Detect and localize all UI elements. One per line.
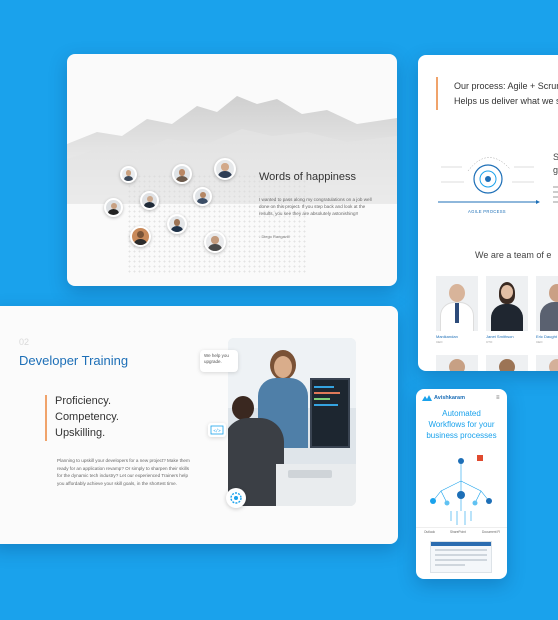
team-member-name: Janet Smithson — [486, 334, 514, 339]
tab-outlook[interactable]: Outlook — [424, 530, 435, 534]
team-member-photo — [536, 355, 558, 371]
side-heading-line: g — [553, 165, 558, 175]
tab-document-flow[interactable]: Document Fl — [482, 530, 500, 534]
avatar — [204, 231, 226, 253]
menu-icon[interactable]: ≡ — [496, 395, 500, 401]
gear-icon — [226, 488, 246, 508]
training-title: Developer Training — [19, 353, 129, 368]
training-description: Planning to upskill your developers for … — [57, 458, 190, 486]
team-member-photo — [536, 276, 558, 331]
testimonial-author: - Diego Rangavill — [259, 234, 290, 239]
side-heading: S g — [553, 151, 558, 177]
brand-logo-icon — [422, 395, 432, 401]
testimonials-title: Words of happiness — [259, 171, 357, 183]
hero-line: Workflows for your — [428, 420, 495, 429]
process-heading: Our process: Agile + Scrum — [454, 81, 558, 91]
training-line: Upskilling. — [55, 427, 106, 439]
upgrade-bubble: We help you upgrade. — [200, 350, 238, 372]
mobile-tabs: Outlook SharePoint Document Fl — [416, 527, 507, 539]
process-subheading: Helps us deliver what we s — [454, 96, 558, 106]
mobile-preview-card: Avishkaram ≡ Automated Workflows for you… — [416, 389, 507, 579]
brand-name: Avishkaram — [434, 395, 465, 401]
team-member-role: CEO — [536, 340, 543, 344]
developer-training-card: 02 Developer Training Proficiency. Compe… — [0, 306, 398, 544]
team-member-photo — [486, 355, 528, 371]
team-member-photo — [436, 355, 478, 371]
team-heading: We are a team of e — [475, 250, 552, 260]
developers-photo — [228, 338, 356, 506]
code-icon: </> — [208, 423, 226, 437]
mobile-hero-heading: Automated Workflows for your business pr… — [416, 408, 507, 441]
side-heading-line: S — [553, 152, 558, 162]
avatar — [167, 214, 187, 234]
avatar — [104, 198, 123, 217]
avatar — [120, 166, 137, 183]
dot-pattern — [127, 174, 307, 274]
hero-line: business processes — [426, 431, 497, 440]
testimonial-quote: I wanted to pass along my congratulation… — [259, 197, 372, 216]
mobile-header: Avishkaram ≡ — [416, 389, 507, 407]
avatar — [214, 158, 236, 180]
agile-process-diagram — [438, 157, 540, 204]
training-line: Competency. — [55, 411, 119, 423]
app-screenshot — [430, 541, 492, 573]
team-member-photo — [436, 276, 478, 331]
team-member-role: CEO — [436, 340, 443, 344]
avatar — [140, 191, 159, 210]
avatar — [130, 226, 151, 247]
hero-line: Automated — [442, 409, 481, 418]
team-member-role: CTO — [486, 340, 493, 344]
team-member-photo — [486, 276, 528, 331]
accent-bar — [436, 77, 438, 110]
workflow-diagram — [430, 455, 492, 525]
tab-sharepoint[interactable]: SharePoint — [450, 530, 466, 534]
avatar — [172, 164, 192, 184]
agile-process-label: AGILE PROCESS — [468, 209, 506, 214]
accent-bar — [45, 395, 47, 441]
avatar — [193, 187, 212, 206]
svg-text:</>: </> — [213, 428, 221, 433]
process-card: Our process: Agile + Scrum Helps us deli… — [418, 55, 558, 371]
section-number: 02 — [19, 337, 30, 347]
testimonials-card: Words of happiness I wanted to pass alon… — [67, 54, 397, 286]
team-member-name: Eric Daught — [536, 334, 557, 339]
side-text-lines — [553, 183, 558, 206]
team-member-name: Manikandan — [436, 334, 458, 339]
training-line: Proficiency. — [55, 395, 112, 407]
